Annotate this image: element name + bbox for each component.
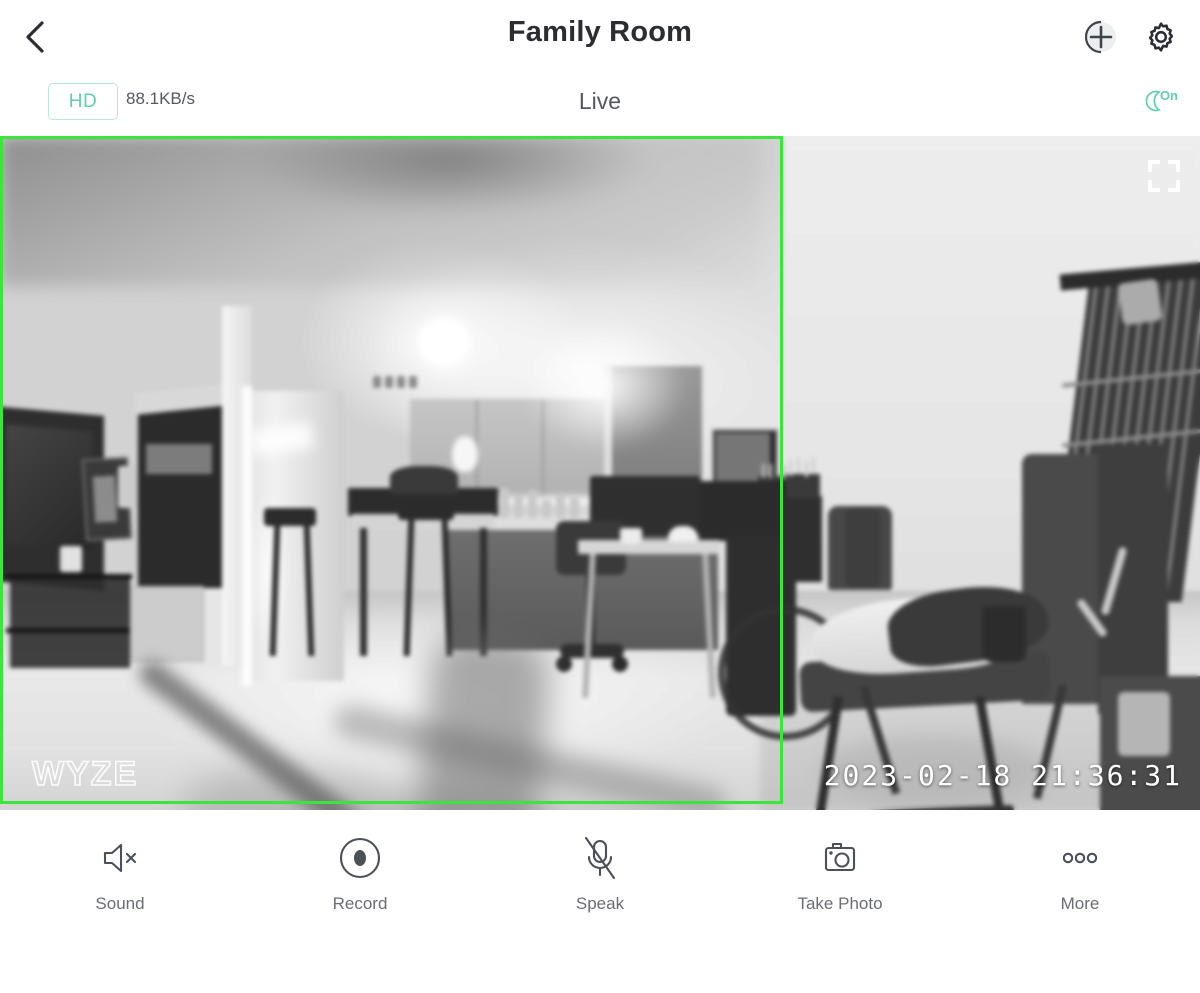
night-vision-toggle[interactable]: On	[1144, 88, 1178, 113]
add-device-button[interactable]	[1078, 14, 1124, 60]
stream-subheader: HD 88.1KB/s Live On	[0, 73, 1200, 136]
stream-mode-label: Live	[578, 88, 622, 114]
live-video-feed[interactable]: WYZE 2023-02-18 21:36:31	[0, 136, 1200, 810]
night-vision-state: On	[1159, 88, 1178, 103]
wyze-watermark: WYZE	[31, 754, 139, 794]
video-timestamp: 2023-02-18 21:36:31	[823, 759, 1182, 792]
camera-live-view-screen: Family Room HD 88.1KB/s Live On WYZE 202…	[0, 0, 1200, 993]
page-title: Family Room	[507, 16, 693, 48]
add-device-icon	[1084, 20, 1116, 54]
gear-icon	[1148, 22, 1174, 52]
settings-button[interactable]	[1138, 14, 1184, 60]
speak-button[interactable]: Speak	[480, 832, 720, 914]
fullscreen-icon	[1148, 160, 1180, 192]
take-photo-button[interactable]: Take Photo	[720, 832, 960, 914]
app-header: Family Room	[0, 0, 1200, 73]
more-dots-icon	[1056, 832, 1104, 884]
more-label: More	[1060, 894, 1100, 913]
record-button[interactable]: Record	[240, 832, 480, 914]
sound-label: Sound	[95, 894, 145, 913]
night-vision-scene	[0, 136, 1200, 810]
record-label: Record	[332, 894, 388, 913]
more-button[interactable]: More	[960, 832, 1200, 914]
fullscreen-button[interactable]	[1146, 158, 1182, 194]
camera-icon	[817, 832, 863, 884]
header-actions	[1078, 14, 1184, 60]
speak-label: Speak	[575, 894, 625, 913]
take-photo-label: Take Photo	[797, 894, 883, 913]
sound-button[interactable]: Sound	[0, 832, 240, 914]
camera-controls-toolbar: Sound Record Speak Take Photo More	[0, 810, 1200, 940]
speaker-muted-icon	[97, 832, 143, 884]
record-icon	[337, 832, 383, 884]
microphone-muted-icon	[578, 832, 622, 884]
